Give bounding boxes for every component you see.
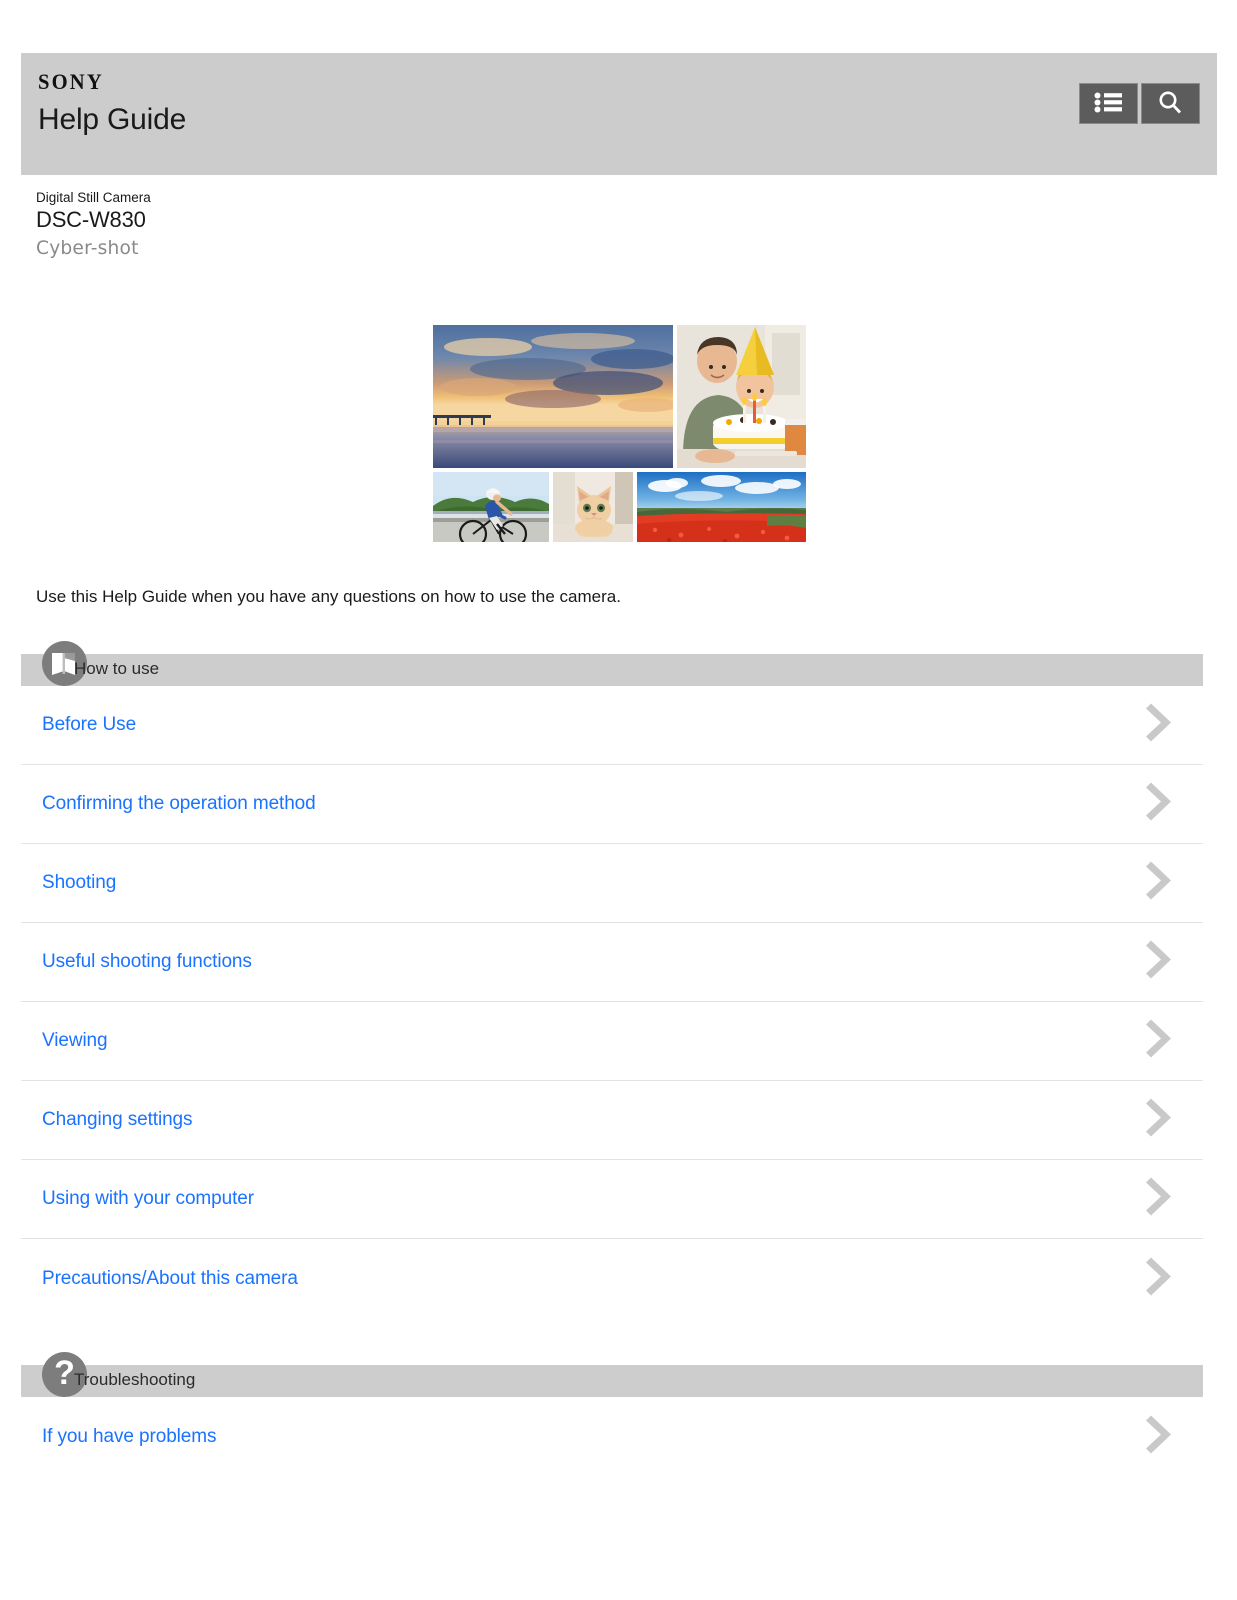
road-cyclist-image (432, 472, 549, 543)
link-label: Changing settings (42, 1109, 193, 1131)
link-row-shooting[interactable]: Shooting (21, 844, 1203, 924)
chevron-right-icon (1145, 700, 1177, 751)
chevron-right-icon (1145, 1253, 1177, 1304)
how-to-use-link-list: Before Use Confirming the operation meth… (21, 686, 1203, 1318)
search-icon (1158, 90, 1183, 118)
link-label: Precautions/About this camera (42, 1267, 298, 1289)
page-title: Help Guide (38, 103, 187, 136)
section-header-troubleshooting: ? Troubleshooting (21, 1352, 1203, 1398)
menu-button[interactable] (1079, 83, 1138, 124)
product-identity: Digital Still Camera DSC-W830 Cyber-shot (21, 175, 1217, 259)
link-label: Confirming the operation method (42, 793, 316, 815)
link-label: Shooting (42, 872, 117, 894)
intro-text: Use this Help Guide when you have any qu… (36, 587, 621, 607)
section-label-troubleshooting: Troubleshooting (74, 1370, 196, 1390)
sony-logo: SONY (38, 69, 104, 95)
link-row-precautions-about-this-camera[interactable]: Precautions/About this camera (21, 1239, 1203, 1318)
hero-collage (21, 325, 1217, 543)
link-row-changing-settings[interactable]: Changing settings (21, 1081, 1203, 1161)
chevron-right-icon (1145, 1095, 1177, 1146)
link-row-if-you-have-problems[interactable]: If you have problems (21, 1397, 1203, 1476)
link-row-useful-shooting-functions[interactable]: Useful shooting functions (21, 923, 1203, 1003)
product-model: DSC-W830 (36, 207, 146, 233)
site-header: SONY Help Guide (21, 53, 1217, 175)
section-header-how-to-use: How to use (21, 641, 1203, 687)
chevron-right-icon (1145, 937, 1177, 988)
chevron-right-icon (1145, 858, 1177, 909)
product-category: Digital Still Camera (36, 190, 151, 205)
chevron-right-icon (1145, 779, 1177, 830)
red-poppy-field-image (636, 472, 806, 543)
troubleshooting-link-list: If you have problems (21, 1397, 1203, 1476)
link-label: Viewing (42, 1030, 108, 1052)
link-label: Using with your computer (42, 1188, 254, 1210)
link-label: Before Use (42, 714, 137, 736)
link-row-viewing[interactable]: Viewing (21, 1002, 1203, 1082)
cyber-shot-logo: Cyber-shot (36, 237, 139, 260)
father-and-child-birthday-cake-image (676, 325, 806, 469)
section-label-how-to-use: How to use (74, 659, 160, 679)
list-menu-icon (1094, 92, 1123, 116)
chevron-right-icon (1145, 1016, 1177, 1067)
link-row-confirming-the-operation-method[interactable]: Confirming the operation method (21, 765, 1203, 845)
cat-peeking-image (552, 472, 633, 543)
link-label: Useful shooting functions (42, 951, 252, 973)
header-buttons (1079, 83, 1200, 124)
chevron-right-icon (1145, 1411, 1177, 1462)
search-button[interactable] (1141, 83, 1200, 124)
collage-row-bottom (432, 472, 806, 543)
collage-row-top (432, 325, 806, 469)
help-guide-page: SONY Help Guide Digital Still Camera DSC… (21, 0, 1217, 1476)
chevron-right-icon (1145, 1174, 1177, 1225)
link-label: If you have problems (42, 1425, 217, 1447)
sunset-beach-pier-image (432, 325, 673, 469)
link-row-before-use[interactable]: Before Use (21, 686, 1203, 766)
link-row-using-with-your-computer[interactable]: Using with your computer (21, 1160, 1203, 1240)
